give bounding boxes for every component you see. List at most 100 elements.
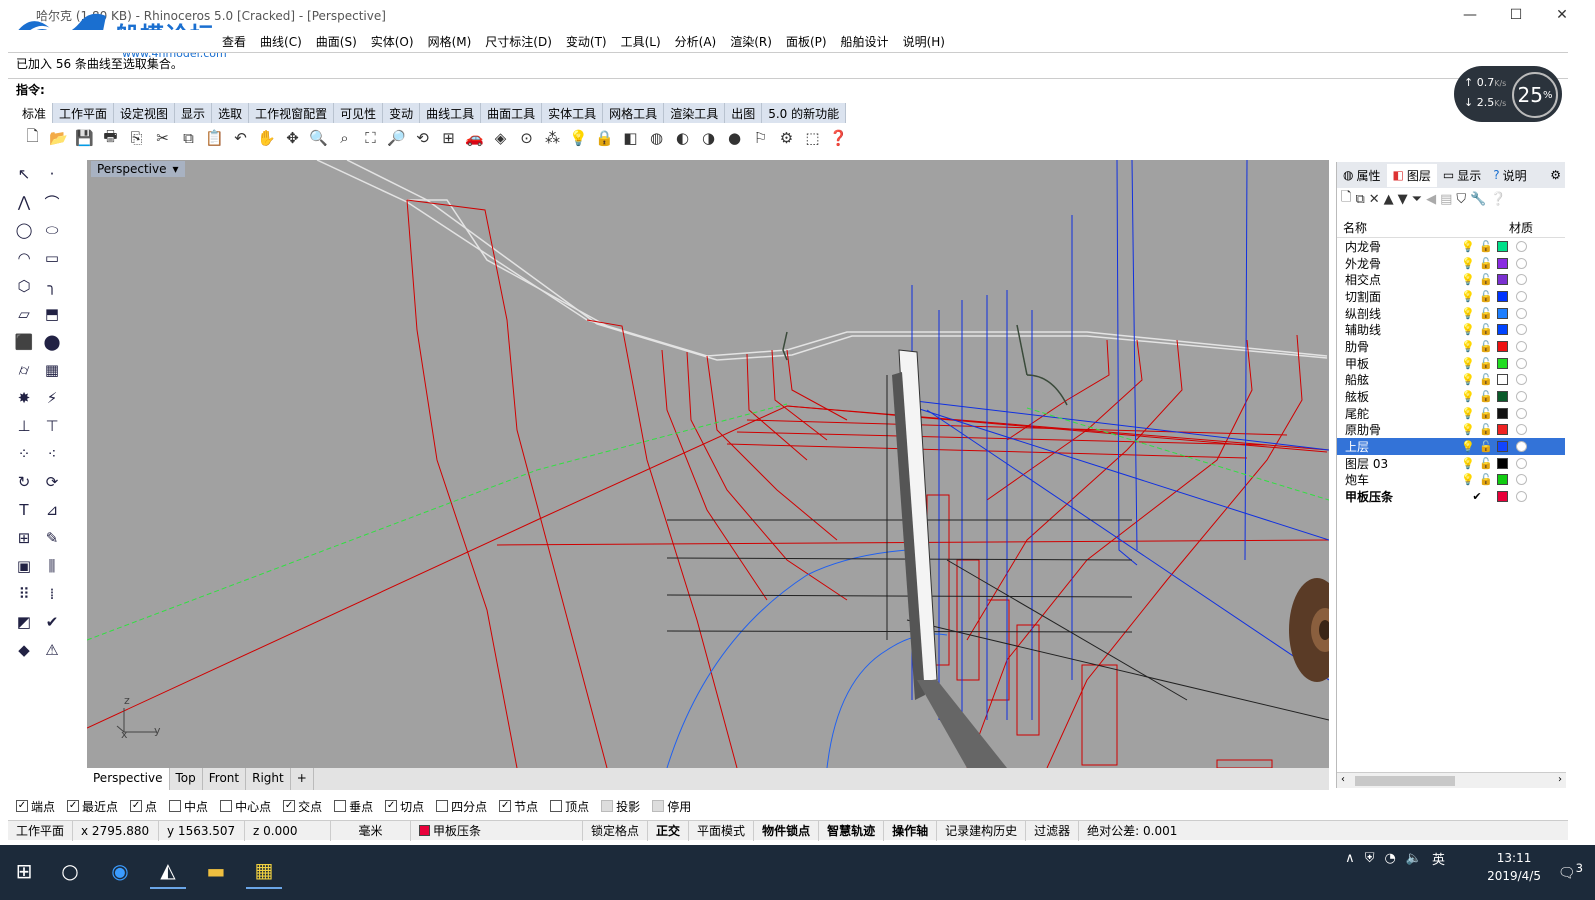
check-icon[interactable]: ✔ bbox=[38, 608, 66, 636]
tab-solid-tools[interactable]: 实体工具 bbox=[542, 103, 604, 123]
four-view-icon[interactable]: ⊞ bbox=[436, 126, 461, 151]
layer-material-icon[interactable] bbox=[1516, 324, 1527, 336]
cut-icon[interactable]: ✂ bbox=[150, 126, 175, 151]
layer-color-swatch[interactable] bbox=[1497, 424, 1508, 436]
status-smarttrack[interactable]: 智慧轨迹 bbox=[819, 820, 885, 841]
layer-material-icon[interactable] bbox=[1516, 407, 1527, 419]
tab-mesh-tools[interactable]: 网格工具 bbox=[603, 103, 665, 123]
osnap-near-checkbox[interactable]: ✓ bbox=[67, 800, 80, 812]
layer-material-icon[interactable] bbox=[1516, 374, 1527, 386]
menu-view[interactable]: 查看 bbox=[222, 33, 246, 50]
layer-row[interactable]: 甲板 💡 🔓 bbox=[1337, 355, 1565, 372]
tab-perspective[interactable]: Perspective bbox=[87, 768, 170, 790]
layer-visibility-icon[interactable]: 💡 bbox=[1459, 407, 1477, 420]
osnap-end[interactable]: ✓ 端点 bbox=[16, 798, 55, 815]
filter-icon[interactable]: ⏷ bbox=[1412, 192, 1422, 207]
polygon-icon[interactable]: ⬡ bbox=[10, 272, 38, 300]
add-viewport-icon[interactable]: + bbox=[291, 768, 314, 790]
layer-help-icon[interactable]: ❔ bbox=[1490, 192, 1506, 207]
copy-icon[interactable]: ⧉ bbox=[176, 126, 201, 151]
scroll-right-icon[interactable]: › bbox=[1558, 774, 1562, 785]
osnap-int[interactable]: ✓ 交点 bbox=[283, 798, 322, 815]
pan-icon[interactable]: ✋ bbox=[254, 126, 279, 151]
tab-viewport-layout[interactable]: 工作视窗配置 bbox=[249, 103, 335, 123]
menu-surface[interactable]: 曲面(S) bbox=[316, 33, 357, 50]
tab-cplanes[interactable]: 工作平面 bbox=[53, 103, 115, 123]
layer-color-swatch[interactable] bbox=[1497, 407, 1508, 419]
image-viewer-icon[interactable]: ▦ bbox=[246, 853, 282, 889]
group-icon[interactable]: ⁘ bbox=[10, 440, 38, 468]
layer-visibility-icon[interactable]: 💡 bbox=[1459, 290, 1477, 303]
menu-tools[interactable]: 工具(L) bbox=[621, 33, 661, 50]
tray-arrow-icon[interactable]: ∧ bbox=[1345, 851, 1355, 866]
dimension-icon[interactable]: ⊿ bbox=[38, 496, 66, 524]
layer-material-icon[interactable] bbox=[1516, 357, 1527, 369]
rendered-sphere-icon[interactable]: ◑ bbox=[696, 126, 721, 151]
osnap-knot-checkbox[interactable]: ✓ bbox=[499, 800, 512, 812]
menu-analyze[interactable]: 分析(A) bbox=[675, 33, 717, 50]
layer-material-icon[interactable] bbox=[1516, 391, 1527, 403]
layer-visibility-icon[interactable]: 💡 bbox=[1459, 273, 1477, 286]
osnap-tan[interactable]: ✓ 切点 bbox=[385, 798, 424, 815]
paint-icon[interactable]: ⚠ bbox=[38, 636, 66, 664]
panel-scrollbar[interactable]: ‹ › bbox=[1337, 772, 1566, 788]
layer-color-swatch[interactable] bbox=[1497, 240, 1508, 252]
osnap-near[interactable]: ✓ 最近点 bbox=[67, 798, 118, 815]
menu-render[interactable]: 渲染(R) bbox=[730, 33, 772, 50]
delete-layer-icon[interactable]: ✕ bbox=[1369, 192, 1380, 207]
status-cplane[interactable]: 工作平面 bbox=[8, 820, 74, 841]
osnap-cen-checkbox[interactable] bbox=[220, 800, 233, 812]
tab-visibility[interactable]: 可见性 bbox=[334, 103, 384, 123]
tab-curve-tools[interactable]: 曲线工具 bbox=[420, 103, 482, 123]
layer-lock-icon[interactable]: 🔓 bbox=[1477, 290, 1495, 303]
arc-icon[interactable]: ◠ bbox=[10, 244, 38, 272]
layer-row[interactable]: 尾舵 💡 🔓 bbox=[1337, 405, 1565, 422]
osnap-quad-checkbox[interactable] bbox=[436, 800, 449, 812]
osnap-knot[interactable]: ✓ 节点 bbox=[499, 798, 538, 815]
join-icon[interactable]: ⊤ bbox=[38, 412, 66, 440]
layer-row[interactable]: 辅助线 💡 🔓 bbox=[1337, 321, 1565, 338]
zoom-icon[interactable]: 🔍 bbox=[306, 126, 331, 151]
layer-row[interactable]: 外龙骨 💡 🔓 bbox=[1337, 255, 1565, 272]
rotate-3d-icon[interactable]: ⟳ bbox=[38, 468, 66, 496]
layer-row[interactable]: 图层 03 💡 🔓 bbox=[1337, 455, 1565, 472]
viewport-title[interactable]: Perspective ▾ bbox=[91, 161, 185, 177]
layer-material-icon[interactable] bbox=[1516, 340, 1527, 352]
osnap-project-checkbox[interactable] bbox=[601, 800, 614, 812]
layer-row[interactable]: 切割面 💡 🔓 bbox=[1337, 288, 1565, 305]
move-parent-icon[interactable]: ◀ bbox=[1426, 192, 1436, 207]
trim-icon[interactable]: ⚡ bbox=[38, 384, 66, 412]
layer-lock-icon[interactable]: 🔓 bbox=[1477, 373, 1495, 386]
layer-lock-icon[interactable]: 🔓 bbox=[1477, 357, 1495, 370]
menu-ship-design[interactable]: 船舶设计 bbox=[841, 33, 889, 50]
osnap-int-checkbox[interactable]: ✓ bbox=[283, 800, 296, 812]
menu-help[interactable]: 说明(H) bbox=[903, 33, 945, 50]
layer-color-swatch[interactable] bbox=[1497, 491, 1508, 503]
zoom-extents-icon[interactable]: ⛶ bbox=[358, 126, 383, 151]
document-icon[interactable]: ▤ bbox=[1440, 192, 1452, 207]
layer-visibility-icon[interactable]: 💡 bbox=[1459, 473, 1477, 486]
layer-lock-icon[interactable]: 🔓 bbox=[1477, 390, 1495, 403]
layer-visibility-icon[interactable]: 💡 bbox=[1459, 357, 1477, 370]
osnap-mid-checkbox[interactable] bbox=[169, 800, 182, 812]
open-file-icon[interactable]: 📂 bbox=[46, 126, 71, 151]
tab-front[interactable]: Front bbox=[203, 768, 247, 790]
layer-material-icon[interactable] bbox=[1516, 441, 1527, 453]
shapes-icon[interactable]: ◆ bbox=[10, 636, 38, 664]
status-gridsnap[interactable]: 锁定格点 bbox=[583, 820, 649, 841]
file-explorer-icon[interactable]: ▬ bbox=[198, 853, 234, 889]
tab-drafting[interactable]: 出图 bbox=[725, 103, 763, 123]
array-icon[interactable]: ⊞ bbox=[10, 524, 38, 552]
tab-select[interactable]: 选取 bbox=[212, 103, 250, 123]
ime-indicator[interactable]: 英 bbox=[1432, 849, 1445, 868]
tab-right[interactable]: Right bbox=[246, 768, 291, 790]
osnap-point[interactable]: ✓ 点 bbox=[130, 798, 157, 815]
layer-row[interactable]: 肋骨 💡 🔓 bbox=[1337, 338, 1565, 355]
close-button[interactable]: ✕ bbox=[1539, 0, 1585, 30]
polyline-icon[interactable]: ⋀ bbox=[10, 188, 38, 216]
lock-icon[interactable]: 🔒 bbox=[592, 126, 617, 151]
grid-snap-icon[interactable]: ⊙ bbox=[514, 126, 539, 151]
ungroup-icon[interactable]: ⁖ bbox=[38, 440, 66, 468]
layer-material-icon[interactable] bbox=[1516, 240, 1527, 252]
status-filter[interactable]: 过滤器 bbox=[1026, 820, 1080, 841]
